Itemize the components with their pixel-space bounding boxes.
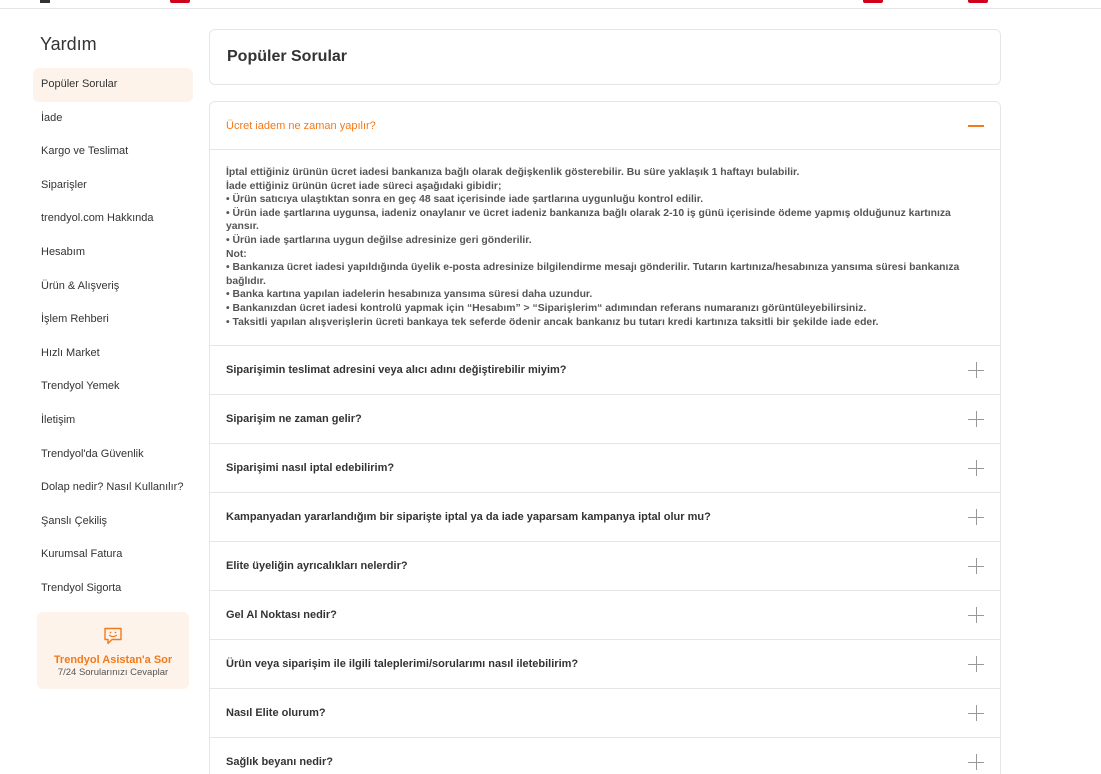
top-bar-badge <box>863 0 883 3</box>
plus-icon[interactable] <box>968 362 984 379</box>
answer-line: • Bankanıza ücret iadesi yapıldığında üy… <box>226 262 960 287</box>
faq-question: Gel Al Noktası nedir? <box>226 609 337 622</box>
faq-item: Gel Al Noktası nedir? <box>210 591 1000 641</box>
answer-line: • Banka kartına yapılan iadelerin hesabı… <box>226 289 593 301</box>
answer-line: Not: <box>226 248 247 260</box>
faq-item: Elite üyeliğin ayrıcalıkları nelerdir? <box>210 542 1000 592</box>
faq-item: Kampanyadan yararlandığım bir siparişte … <box>210 493 1000 543</box>
answer-line: • Bankanızdan ücret iadesi kontrolü yapm… <box>226 302 867 314</box>
sidebar-item-kargo-ve-teslimat[interactable]: Kargo ve Teslimat <box>33 135 193 169</box>
plus-icon[interactable] <box>968 656 984 673</box>
answer-line: • Taksitli yapılan alışverişlerin ücreti… <box>226 316 879 328</box>
plus-icon[interactable] <box>968 411 984 428</box>
faq-answer: İptal ettiğiniz ürünün ücret iadesi bank… <box>210 150 1000 345</box>
faq-question: Nasıl Elite olurum? <box>226 707 326 720</box>
sidebar-item-urun-alisveris[interactable]: Ürün & Alışveriş <box>33 270 193 304</box>
top-navigation-bar <box>0 0 1101 9</box>
faq-question-row[interactable]: Siparişim ne zaman gelir? <box>210 395 1000 443</box>
sidebar-item-siparisler[interactable]: Siparişler <box>33 169 193 203</box>
sidebar-item-iletisim[interactable]: İletişim <box>33 404 193 438</box>
sidebar-item-iade[interactable]: İade <box>33 102 193 136</box>
sidebar-item-trendyol-yemek[interactable]: Trendyol Yemek <box>33 370 193 404</box>
plus-icon[interactable] <box>968 754 984 771</box>
faq-question-row[interactable]: Nasıl Elite olurum? <box>210 689 1000 737</box>
sidebar-item-trendyol-hakkinda[interactable]: trendyol.com Hakkında <box>33 202 193 236</box>
faq-question-row[interactable]: Ürün veya siparişim ile ilgili talepleri… <box>210 640 1000 688</box>
faq-question: Siparişim ne zaman gelir? <box>226 413 362 426</box>
answer-line: • Ürün iade şartlarına uygunsa, iadeniz … <box>226 207 951 233</box>
assistant-subtitle: 7/24 Sorularınızı Cevaplar <box>57 667 169 678</box>
minus-icon[interactable] <box>968 118 984 134</box>
faq-item: Siparişimi nasıl iptal edebilirim? <box>210 444 1000 494</box>
faq-question: Siparişimi nasıl iptal edebilirim? <box>226 462 395 475</box>
faq-item: Siparişim ne zaman gelir? <box>210 395 1000 445</box>
answer-line: İade ettiğiniz ürünün ücret iade süreci … <box>226 180 502 192</box>
answer-line: • Ürün iade şartlarına uygun değilse adr… <box>226 234 532 246</box>
faq-question: Kampanyadan yararlandığım bir siparişte … <box>226 511 711 524</box>
faq-item: Siparişimin teslimat adresini veya alıcı… <box>210 346 1000 396</box>
faq-question-row[interactable]: Ücret iadem ne zaman yapılır? <box>210 102 1000 150</box>
top-bar-badge <box>968 0 988 3</box>
faq-item: Sağlık beyanı nedir? <box>210 738 1000 774</box>
page-title: Popüler Sorular <box>227 48 348 65</box>
faq-question: Ürün veya siparişim ile ilgili talepleri… <box>226 658 579 671</box>
sidebar-item-sigorta[interactable]: Trendyol Sigorta <box>33 572 193 606</box>
faq-question-row[interactable]: Sağlık beyanı nedir? <box>210 738 1000 774</box>
chat-smile-icon <box>104 627 122 645</box>
sidebar-item-hizli-market[interactable]: Hızlı Market <box>33 337 193 371</box>
top-bar-fragment <box>40 0 50 3</box>
sidebar-title: Yardım <box>40 34 97 54</box>
faq-question: Sağlık beyanı nedir? <box>226 756 333 769</box>
faq-question-row[interactable]: Siparişimin teslimat adresini veya alıcı… <box>210 346 1000 394</box>
plus-icon[interactable] <box>968 558 984 575</box>
faq-question-row[interactable]: Siparişimi nasıl iptal edebilirim? <box>210 444 1000 492</box>
faq-main: Popüler Sorular Ücret iadem ne zaman yap… <box>209 29 1001 774</box>
assistant-title: Trendyol Asistan'a Sor <box>53 654 173 666</box>
page-header-card: Popüler Sorular <box>209 29 1001 85</box>
faq-item: Ücret iadem ne zaman yapılır? İptal etti… <box>210 102 1000 347</box>
faq-question: Elite üyeliğin ayrıcalıkları nelerdir? <box>226 560 408 573</box>
sidebar-item-islem-rehberi[interactable]: İşlem Rehberi <box>33 303 193 337</box>
plus-icon[interactable] <box>968 460 984 477</box>
sidebar-item-dolap[interactable]: Dolap nedir? Nasıl Kullanılır? <box>33 471 193 505</box>
faq-item: Nasıl Elite olurum? <box>210 689 1000 739</box>
faq-question-row[interactable]: Gel Al Noktası nedir? <box>210 591 1000 639</box>
faq-question-row[interactable]: Elite üyeliğin ayrıcalıkları nelerdir? <box>210 542 1000 590</box>
sidebar-nav: Popüler Sorular İade Kargo ve Teslimat S… <box>33 68 193 606</box>
faq-item: Ürün veya siparişim ile ilgili talepleri… <box>210 640 1000 690</box>
faq-question: Ücret iadem ne zaman yapılır? <box>226 119 376 132</box>
faq-list: Ücret iadem ne zaman yapılır? İptal etti… <box>209 101 1001 774</box>
plus-icon[interactable] <box>968 705 984 722</box>
sidebar-item-guvenlik[interactable]: Trendyol'da Güvenlik <box>33 438 193 472</box>
help-sidebar: Yardım Popüler Sorular İade Kargo ve Tes… <box>33 30 193 606</box>
faq-question: Siparişimin teslimat adresini veya alıcı… <box>226 364 567 377</box>
sidebar-item-kurumsal-fatura[interactable]: Kurumsal Fatura <box>33 538 193 572</box>
plus-icon[interactable] <box>968 607 984 624</box>
sidebar-item-sansli-cekilis[interactable]: Şanslı Çekiliş <box>33 505 193 539</box>
sidebar-item-hesabim[interactable]: Hesabım <box>33 236 193 270</box>
answer-line: • Ürün satıcıya ulaştıktan sonra en geç … <box>226 194 704 206</box>
plus-icon[interactable] <box>968 509 984 526</box>
assistant-card[interactable]: Trendyol Asistan'a Sor 7/24 Sorularınızı… <box>37 612 189 689</box>
answer-line: İptal ettiğiniz ürünün ücret iadesi bank… <box>226 167 800 178</box>
sidebar-item-populer-sorular[interactable]: Popüler Sorular <box>33 68 193 102</box>
top-bar-badge <box>170 0 190 3</box>
faq-question-row[interactable]: Kampanyadan yararlandığım bir siparişte … <box>210 493 1000 541</box>
